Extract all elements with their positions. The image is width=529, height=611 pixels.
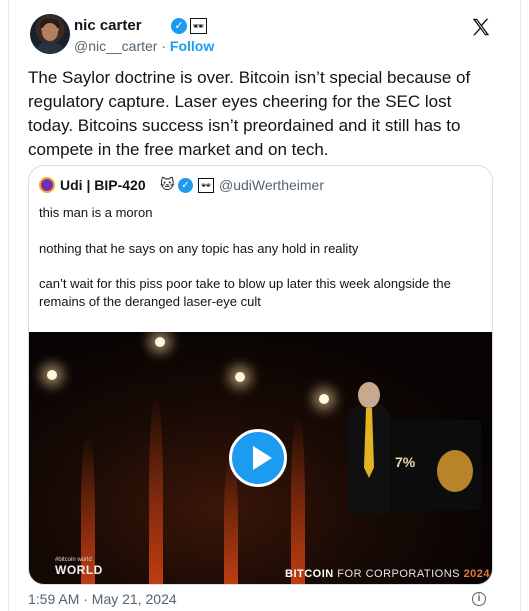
stage-screen-text: 7% — [395, 454, 416, 470]
quoted-tweet[interactable]: Udi | BIP-420 🐱 ✓ 🕶 @udiWertheimer this … — [28, 165, 493, 585]
author-handle[interactable]: @nic__carter — [74, 38, 157, 54]
tweet-card: nic carter ✓ 🕶 @nic__carter · Follow The… — [0, 0, 529, 611]
author-handle-line: @nic__carter · Follow — [74, 38, 214, 54]
tweet-timestamp[interactable]: 1:59 AM · May 21, 2024 — [28, 591, 177, 607]
affiliate-badge-icon: 🕶 — [190, 18, 207, 34]
handle-separator: · — [161, 38, 167, 54]
quoted-text-line: nothing that he says on any topic has an… — [39, 241, 359, 256]
stage-spotlight — [319, 394, 329, 404]
watermark-world-text: WORLD — [55, 563, 103, 577]
speaker-head — [358, 382, 380, 408]
quoted-avatar[interactable] — [39, 177, 55, 193]
bitcoin-coin-icon — [437, 450, 473, 492]
watermark-for-corporations: FOR CORPORATIONS — [337, 568, 460, 580]
stage-spotlight — [155, 337, 165, 347]
watermark-bitcoin: BITCOIN — [285, 568, 334, 580]
avatar-face — [42, 23, 58, 41]
stage-screen: 7% — [391, 420, 481, 510]
watermark-year: 2024 — [463, 568, 491, 580]
verified-badge-icon: ✓ — [171, 18, 187, 34]
play-icon — [253, 446, 272, 470]
quoted-author-name: Udi | BIP-420 — [60, 177, 146, 193]
quoted-tweet-header: Udi | BIP-420 🐱 ✓ 🕶 @udiWertheimer — [39, 176, 479, 196]
quoted-author-handle: @udiWertheimer — [219, 177, 324, 193]
author-name[interactable]: nic carter — [74, 17, 142, 34]
quoted-verified-badge-icon: ✓ — [178, 178, 193, 193]
quoted-text-line: can’t wait for this piss poor take to bl… — [39, 276, 451, 309]
stage-spotlight — [235, 372, 245, 382]
cat-emoji-icon: 🐱 — [160, 176, 175, 192]
follow-button[interactable]: Follow — [170, 38, 214, 54]
author-avatar[interactable] — [30, 14, 70, 54]
avatar-shirt — [35, 42, 65, 54]
video-watermark-right: BITCOIN FOR CORPORATIONS 2024 — [285, 568, 490, 580]
video-watermark-left: #bitcoin world WORLD — [55, 557, 115, 577]
card-border-right — [520, 0, 521, 611]
quoted-affiliate-badge-icon: 🕶 — [198, 178, 214, 193]
tweet-header: nic carter ✓ 🕶 @nic__carter · Follow — [30, 14, 500, 58]
tweet-text: The Saylor doctrine is over. Bitcoin isn… — [28, 68, 471, 159]
speaker-figure — [344, 382, 398, 532]
quoted-text-line: this man is a moron — [39, 205, 153, 220]
x-logo-icon[interactable] — [468, 14, 494, 40]
card-border-left — [8, 0, 9, 611]
tweet-footer: 1:59 AM · May 21, 2024 i — [28, 591, 500, 611]
stage-spotlight — [47, 370, 57, 380]
info-icon[interactable]: i — [472, 592, 486, 606]
play-button[interactable] — [229, 429, 287, 487]
video-player[interactable]: 7% #bitcoin world WORLD BITCOIN FOR CORP… — [29, 332, 492, 584]
stage-light-beam — [291, 414, 305, 584]
stage-light-beam — [149, 394, 163, 584]
